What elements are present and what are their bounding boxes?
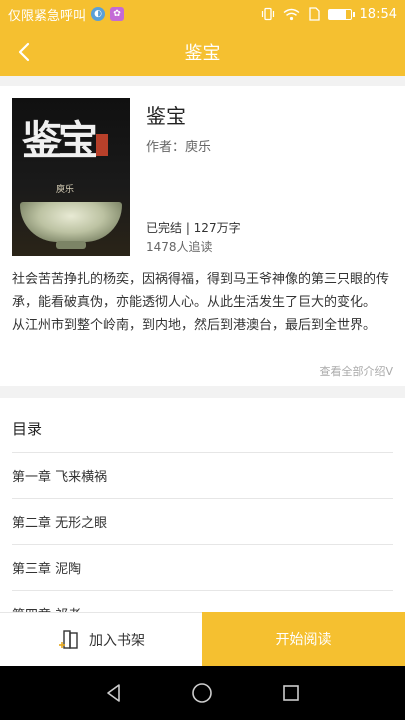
table-of-contents: 目录 第一章 飞来横祸 第二章 无形之眼 第三章 泥陶 第四章 祁老 xyxy=(0,398,405,612)
description-paragraph-2: 从江州市到整个岭南，到内地，然后到港澳台，最后到全世界。 xyxy=(12,318,377,333)
page-title: 鉴宝 xyxy=(184,43,221,64)
description-paragraph-1: 社会苦苦挣扎的杨奕，因祸得福，得到马王爷神像的第三只眼的传承，能看破真伪，亦能透… xyxy=(12,272,390,310)
book-info-card: 鉴宝 庾乐 鉴宝 作者：庾乐 已完结 | 127万字 1478人追读 社会苦苦挣… xyxy=(0,86,405,386)
status-right: 18:54 xyxy=(261,7,397,22)
carrier-text: 仅限紧急呼叫 xyxy=(8,8,87,24)
wifi-icon xyxy=(283,8,299,20)
cover-seal xyxy=(96,134,108,156)
clock: 18:54 xyxy=(359,6,397,22)
book-readers: 1478人追读 xyxy=(146,240,213,254)
recents-square-icon[interactable] xyxy=(281,683,301,703)
sim-icon xyxy=(308,7,320,21)
chapter-item[interactable]: 第二章 无形之眼 xyxy=(12,498,393,544)
cover-jade-bowl xyxy=(20,202,122,242)
vibrate-icon xyxy=(261,7,274,21)
app-notification-icon: ✿ xyxy=(110,7,125,21)
book-author[interactable]: 作者：庾乐 xyxy=(146,136,211,155)
system-nav-bar xyxy=(0,666,405,720)
back-button[interactable] xyxy=(6,34,42,70)
chapter-item[interactable]: 第四章 祁老 xyxy=(12,590,393,613)
toc-heading[interactable]: 目录 xyxy=(12,418,42,439)
cover-title: 鉴宝 xyxy=(22,117,98,164)
home-circle-icon[interactable] xyxy=(191,682,213,704)
cover-author: 庾乐 xyxy=(56,185,75,195)
book-title: 鉴宝 xyxy=(146,104,186,128)
status-left: 仅限紧急呼叫 ◐ ✿ xyxy=(8,5,125,24)
add-to-shelf-button[interactable]: 加入书架 xyxy=(0,612,202,666)
book-status: 已完结 | 127万字 xyxy=(146,221,241,235)
cover-bowl-base xyxy=(56,241,86,249)
chapter-item[interactable]: 第三章 泥陶 xyxy=(12,544,393,590)
chapter-item[interactable]: 第一章 飞来横祸 xyxy=(12,452,393,498)
back-triangle-icon[interactable] xyxy=(104,683,124,703)
status-bar: 仅限紧急呼叫 ◐ ✿ 18:54 xyxy=(0,0,405,28)
app-bar: 鉴宝 xyxy=(0,28,405,76)
assistant-icon: ◐ xyxy=(91,7,106,21)
view-full-intro-link[interactable]: 查看全部介绍V xyxy=(319,363,393,379)
book-description[interactable]: 社会苦苦挣扎的杨奕，因祸得福，得到马王爷神像的第三只眼的传承，能看破真伪，亦能透… xyxy=(12,268,394,337)
battery-fill xyxy=(328,9,347,19)
add-to-shelf-label: 加入书架 xyxy=(89,632,145,649)
chevron-left-icon xyxy=(18,42,30,62)
battery-icon xyxy=(327,8,355,20)
start-reading-button[interactable]: 开始阅读 xyxy=(202,612,405,666)
bookshelf-add-icon xyxy=(59,629,78,649)
bottom-action-bar: 加入书架 开始阅读 xyxy=(0,612,405,666)
book-cover[interactable]: 鉴宝 庾乐 xyxy=(12,98,130,256)
